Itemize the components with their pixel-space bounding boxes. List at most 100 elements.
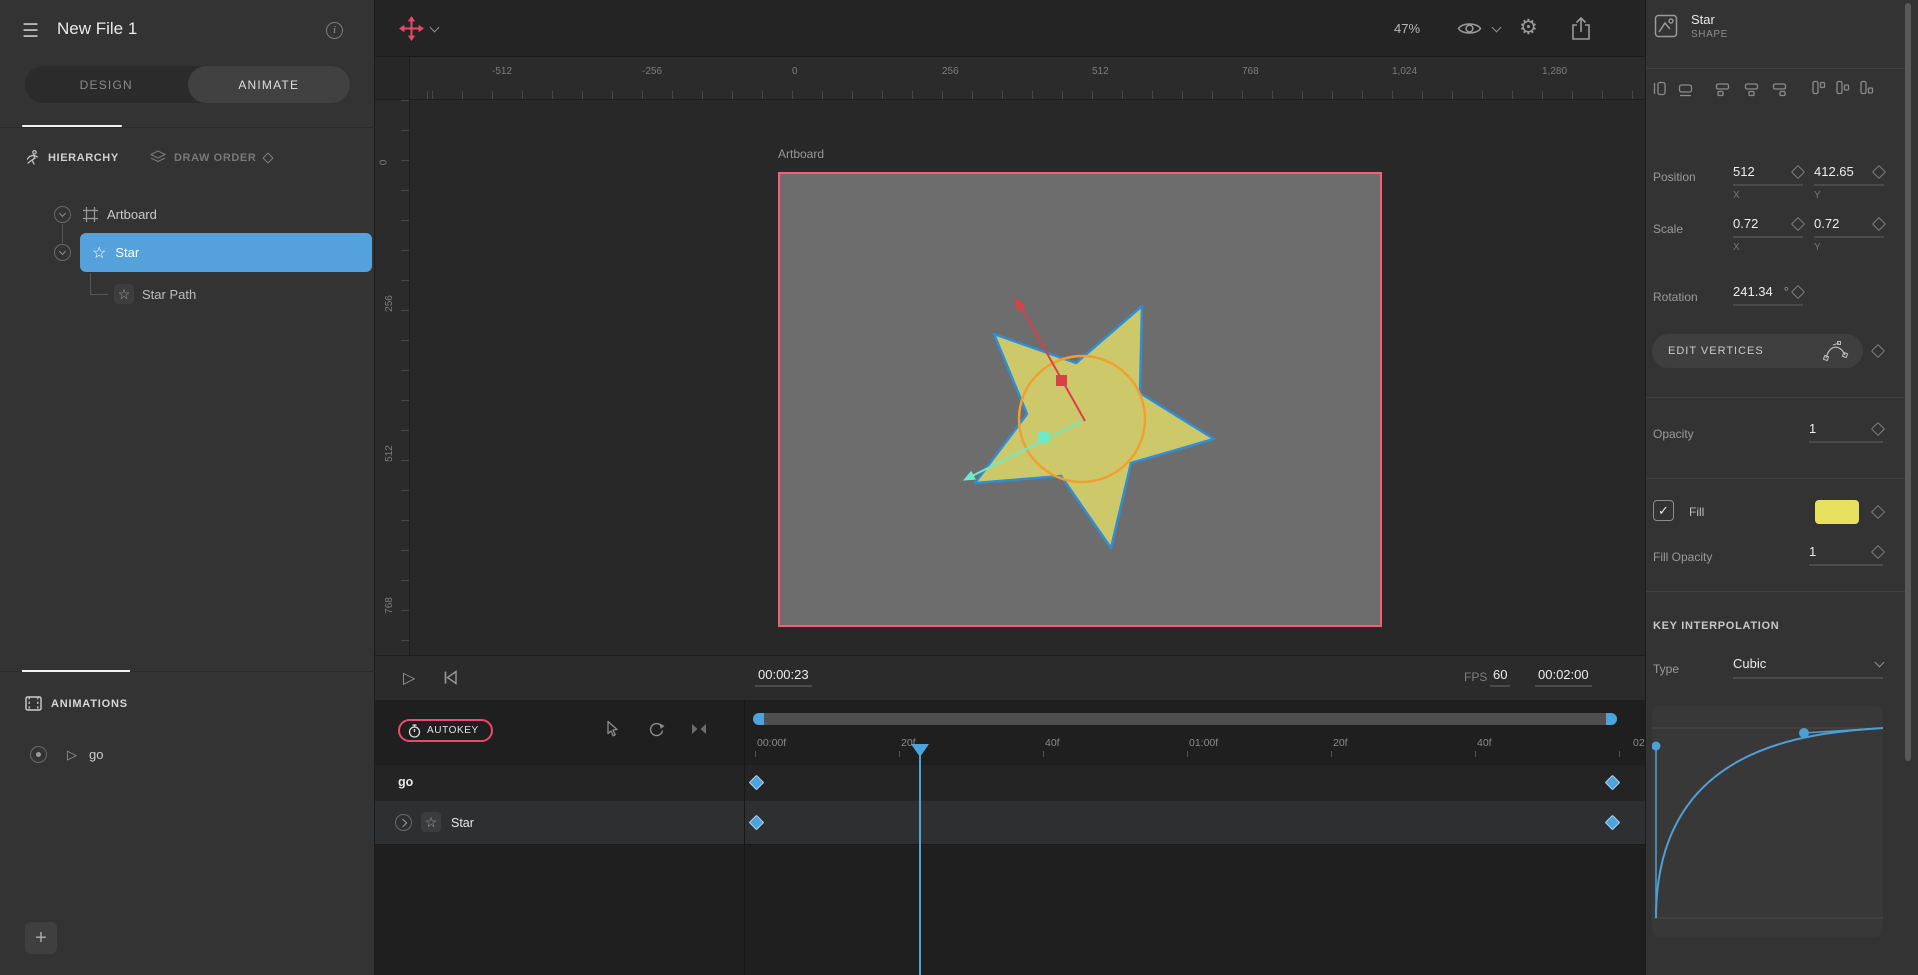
fill-opacity-key-diamond[interactable] [1871, 544, 1885, 558]
playhead-line[interactable] [919, 756, 921, 975]
position-y-field[interactable]: 412.65 Y [1814, 164, 1884, 201]
visibility-eye-icon[interactable] [1457, 20, 1482, 37]
rotation-field[interactable]: 241.34° [1733, 284, 1803, 306]
keyframe-diamond[interactable] [1605, 775, 1621, 791]
range-end-handle[interactable] [1606, 713, 1617, 725]
tool-dropdown-chevron-icon[interactable] [430, 23, 440, 33]
tree-item-star-path[interactable]: ☆ Star Path [0, 276, 375, 312]
settings-gear-icon[interactable]: ⚙ [1519, 15, 1538, 40]
radio-selected-icon[interactable] [30, 746, 47, 763]
edit-vertices-key-diamond[interactable] [1871, 344, 1885, 358]
star-shape[interactable] [780, 174, 1380, 625]
keyframe-diamond[interactable] [749, 815, 765, 831]
keyframe-diamond[interactable] [749, 775, 765, 791]
selection-type: SHAPE [1691, 29, 1728, 40]
fill-checkbox[interactable]: ✓ [1653, 500, 1674, 521]
opacity-key-diamond[interactable] [1871, 421, 1885, 435]
visibility-dropdown-chevron-icon[interactable] [1492, 23, 1502, 33]
rotation-value[interactable]: 241.34 [1733, 284, 1784, 299]
rotation-key-diamond[interactable] [1791, 284, 1805, 298]
add-animation-button[interactable]: + [25, 922, 57, 954]
fill-opacity-field[interactable]: 1 [1809, 544, 1883, 566]
fill-opacity-value[interactable]: 1 [1809, 544, 1873, 559]
animation-list-item-go[interactable]: ▷ go [30, 746, 103, 763]
align-vertical-center-icon[interactable] [1677, 80, 1694, 97]
duration-input[interactable]: 00:02:00 [1535, 665, 1592, 687]
position-x-key-diamond[interactable] [1791, 164, 1805, 178]
shape-thumbnail-icon [1654, 14, 1678, 38]
tree-item-artboard[interactable]: Artboard [0, 196, 375, 232]
scale-y-value[interactable]: 0.72 [1814, 216, 1874, 231]
align-left-middle-icon[interactable] [1834, 80, 1851, 98]
expand-collapse-icon[interactable] [54, 206, 71, 223]
curve-handle-point[interactable] [1652, 742, 1661, 751]
share-export-icon[interactable] [1570, 16, 1592, 41]
position-x-field[interactable]: 512 X [1733, 164, 1803, 201]
position-x-value[interactable]: 512 [1733, 164, 1793, 179]
tab-design[interactable]: DESIGN [25, 66, 188, 103]
loop-icon[interactable] [648, 721, 665, 737]
range-start-handle[interactable] [753, 713, 764, 725]
work-area-icon[interactable] [691, 723, 707, 735]
scale-x-field[interactable]: 0.72 X [1733, 216, 1803, 253]
fps-input[interactable]: 60 [1490, 665, 1510, 687]
gizmo-rotation-knob[interactable] [1056, 375, 1067, 386]
axis-label: Y [1814, 242, 1884, 253]
opacity-value[interactable]: 1 [1809, 421, 1873, 436]
tab-draw-order[interactable]: DRAW ORDER [150, 150, 272, 165]
opacity-field[interactable]: 1 [1809, 421, 1883, 443]
tab-animate[interactable]: ANIMATE [188, 66, 351, 103]
zoom-level[interactable]: 47% [1394, 21, 1420, 36]
skip-to-start-icon[interactable] [443, 670, 458, 685]
tab-hierarchy[interactable]: HIERARCHY [25, 150, 119, 166]
draw-order-key-diamond[interactable] [263, 152, 274, 163]
position-y-value[interactable]: 412.65 [1814, 164, 1874, 179]
artboard-label[interactable]: Artboard [778, 147, 824, 161]
current-time-input[interactable]: 00:00:23 [755, 665, 812, 687]
keyframe-diamond[interactable] [1605, 815, 1621, 831]
play-icon[interactable]: ▷ [403, 668, 415, 688]
canvas-viewport[interactable]: Artboard [410, 100, 1645, 655]
expand-collapse-icon[interactable] [54, 244, 71, 261]
move-tool-icon[interactable] [398, 15, 425, 42]
align-left-top-icon[interactable] [1810, 80, 1827, 98]
scale-x-value[interactable]: 0.72 [1733, 216, 1793, 231]
align-top-left-icon[interactable] [1715, 80, 1733, 97]
ruler-label: -256 [642, 66, 662, 77]
star-polygon[interactable] [975, 306, 1214, 548]
interpolation-type-select[interactable]: Cubic [1733, 656, 1883, 679]
expand-row-icon[interactable] [395, 814, 412, 831]
edit-vertices-button[interactable]: EDIT VERTICES [1652, 334, 1863, 368]
play-animation-icon[interactable]: ▷ [67, 747, 77, 763]
curve-handle-point[interactable] [1799, 728, 1809, 738]
gizmo-scale-arrow [961, 471, 976, 485]
position-y-key-diamond[interactable] [1872, 164, 1886, 178]
scale-y-field[interactable]: 0.72 Y [1814, 216, 1884, 253]
interpolation-curve[interactable] [1656, 728, 1883, 918]
tree-item-label: Star Path [142, 287, 196, 302]
tree-item-star-selected[interactable]: ☆ Star [80, 233, 372, 272]
scale-y-key-diamond[interactable] [1872, 216, 1886, 230]
artboard[interactable] [778, 172, 1382, 627]
align-top-center-icon[interactable] [1744, 80, 1762, 97]
fill-key-diamond[interactable] [1871, 505, 1885, 519]
align-top-right-icon[interactable] [1772, 80, 1790, 97]
scale-x-key-diamond[interactable] [1791, 216, 1805, 230]
align-horizontal-center-icon[interactable] [1653, 80, 1670, 97]
interpolation-curve-editor[interactable] [1652, 706, 1883, 937]
ruler-label: -512 [492, 66, 512, 77]
cursor-tool-icon[interactable] [605, 720, 620, 737]
rive-editor: ☰ New File 1 i DESIGN ANIMATE HIERARCHY … [0, 0, 1918, 975]
ruler-label: 512 [384, 445, 395, 462]
info-icon[interactable]: i [326, 22, 343, 39]
inspector-scrollbar[interactable] [1905, 3, 1911, 761]
timeline-range-scrollbar[interactable] [753, 713, 1617, 725]
hamburger-menu-icon[interactable]: ☰ [22, 20, 39, 43]
gizmo-scale-knob[interactable] [1038, 432, 1049, 443]
autokey-toggle[interactable]: AUTOKEY [398, 719, 493, 742]
align-left-bottom-icon[interactable] [1858, 80, 1875, 98]
canvas-area: 47% ⚙ -512 -256 0 256 512 768 1,024 1,28… [375, 0, 1645, 975]
timeline-animation-label: go [398, 775, 413, 789]
timeline-track-area[interactable]: 00:00f 20f 40f 01:00f 20f 40f 02 [745, 700, 1645, 975]
fill-color-swatch[interactable] [1815, 500, 1859, 524]
